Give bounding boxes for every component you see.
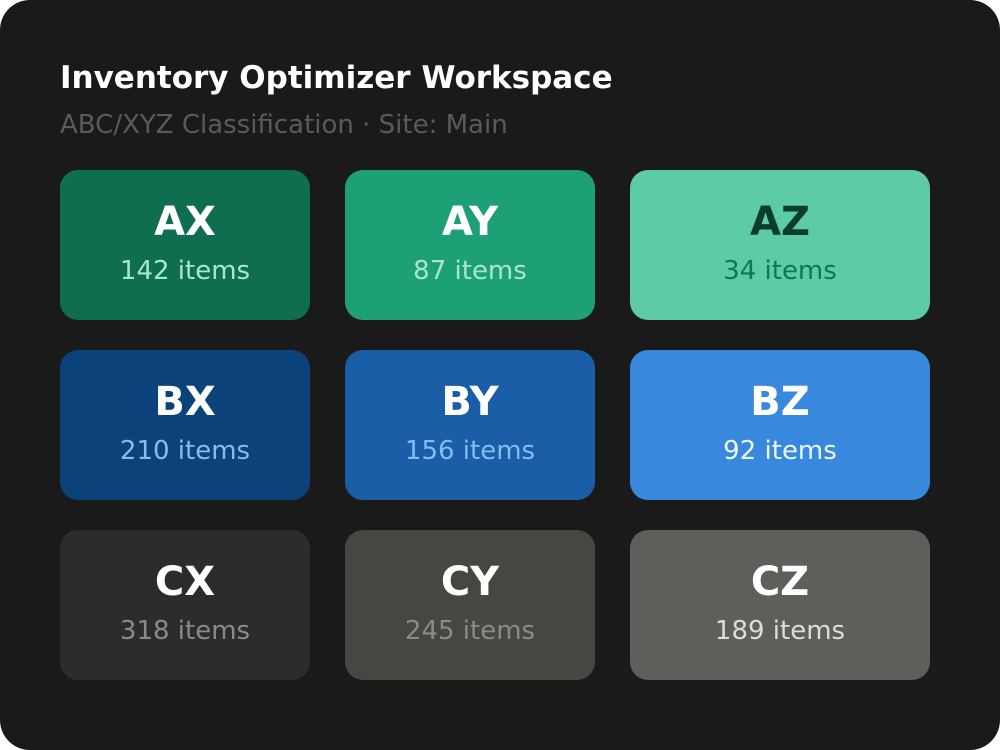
class-item-count: 210 items bbox=[119, 436, 251, 466]
class-item-count: 87 items bbox=[413, 256, 527, 286]
page-title: Inventory Optimizer Workspace bbox=[60, 60, 613, 96]
class-code: CX bbox=[154, 559, 216, 605]
class-cell-bx[interactable]: BX 210 items bbox=[60, 350, 310, 500]
class-cell-az[interactable]: AZ 34 items bbox=[630, 170, 930, 320]
class-code: CY bbox=[440, 559, 500, 605]
class-cell-cx[interactable]: CX 318 items bbox=[60, 530, 310, 680]
class-cell-cy[interactable]: CY 245 items bbox=[345, 530, 595, 680]
classification-grid: AX 142 items AY 87 items AZ 34 items BX … bbox=[60, 170, 930, 680]
class-cell-by[interactable]: BY 156 items bbox=[345, 350, 595, 500]
class-item-count: 156 items bbox=[404, 436, 536, 466]
class-item-count: 142 items bbox=[119, 256, 251, 286]
classification-panel: Inventory Optimizer Workspace ABC/XYZ Cl… bbox=[0, 0, 1000, 750]
class-item-count: 34 items bbox=[723, 256, 837, 286]
class-code: CZ bbox=[750, 559, 810, 605]
class-cell-cz[interactable]: CZ 189 items bbox=[630, 530, 930, 680]
class-code: BY bbox=[441, 379, 499, 425]
class-code: AX bbox=[154, 199, 216, 245]
class-code: BX bbox=[154, 379, 216, 425]
class-code: AZ bbox=[750, 199, 810, 245]
class-code: AY bbox=[441, 199, 499, 245]
class-cell-ay[interactable]: AY 87 items bbox=[345, 170, 595, 320]
class-item-count: 245 items bbox=[404, 616, 536, 646]
class-item-count: 318 items bbox=[119, 616, 251, 646]
class-item-count: 92 items bbox=[723, 436, 837, 466]
class-cell-ax[interactable]: AX 142 items bbox=[60, 170, 310, 320]
class-item-count: 189 items bbox=[714, 616, 846, 646]
page-subtitle: ABC/XYZ Classification · Site: Main bbox=[60, 110, 508, 140]
class-cell-bz[interactable]: BZ 92 items bbox=[630, 350, 930, 500]
class-code: BZ bbox=[750, 379, 810, 425]
